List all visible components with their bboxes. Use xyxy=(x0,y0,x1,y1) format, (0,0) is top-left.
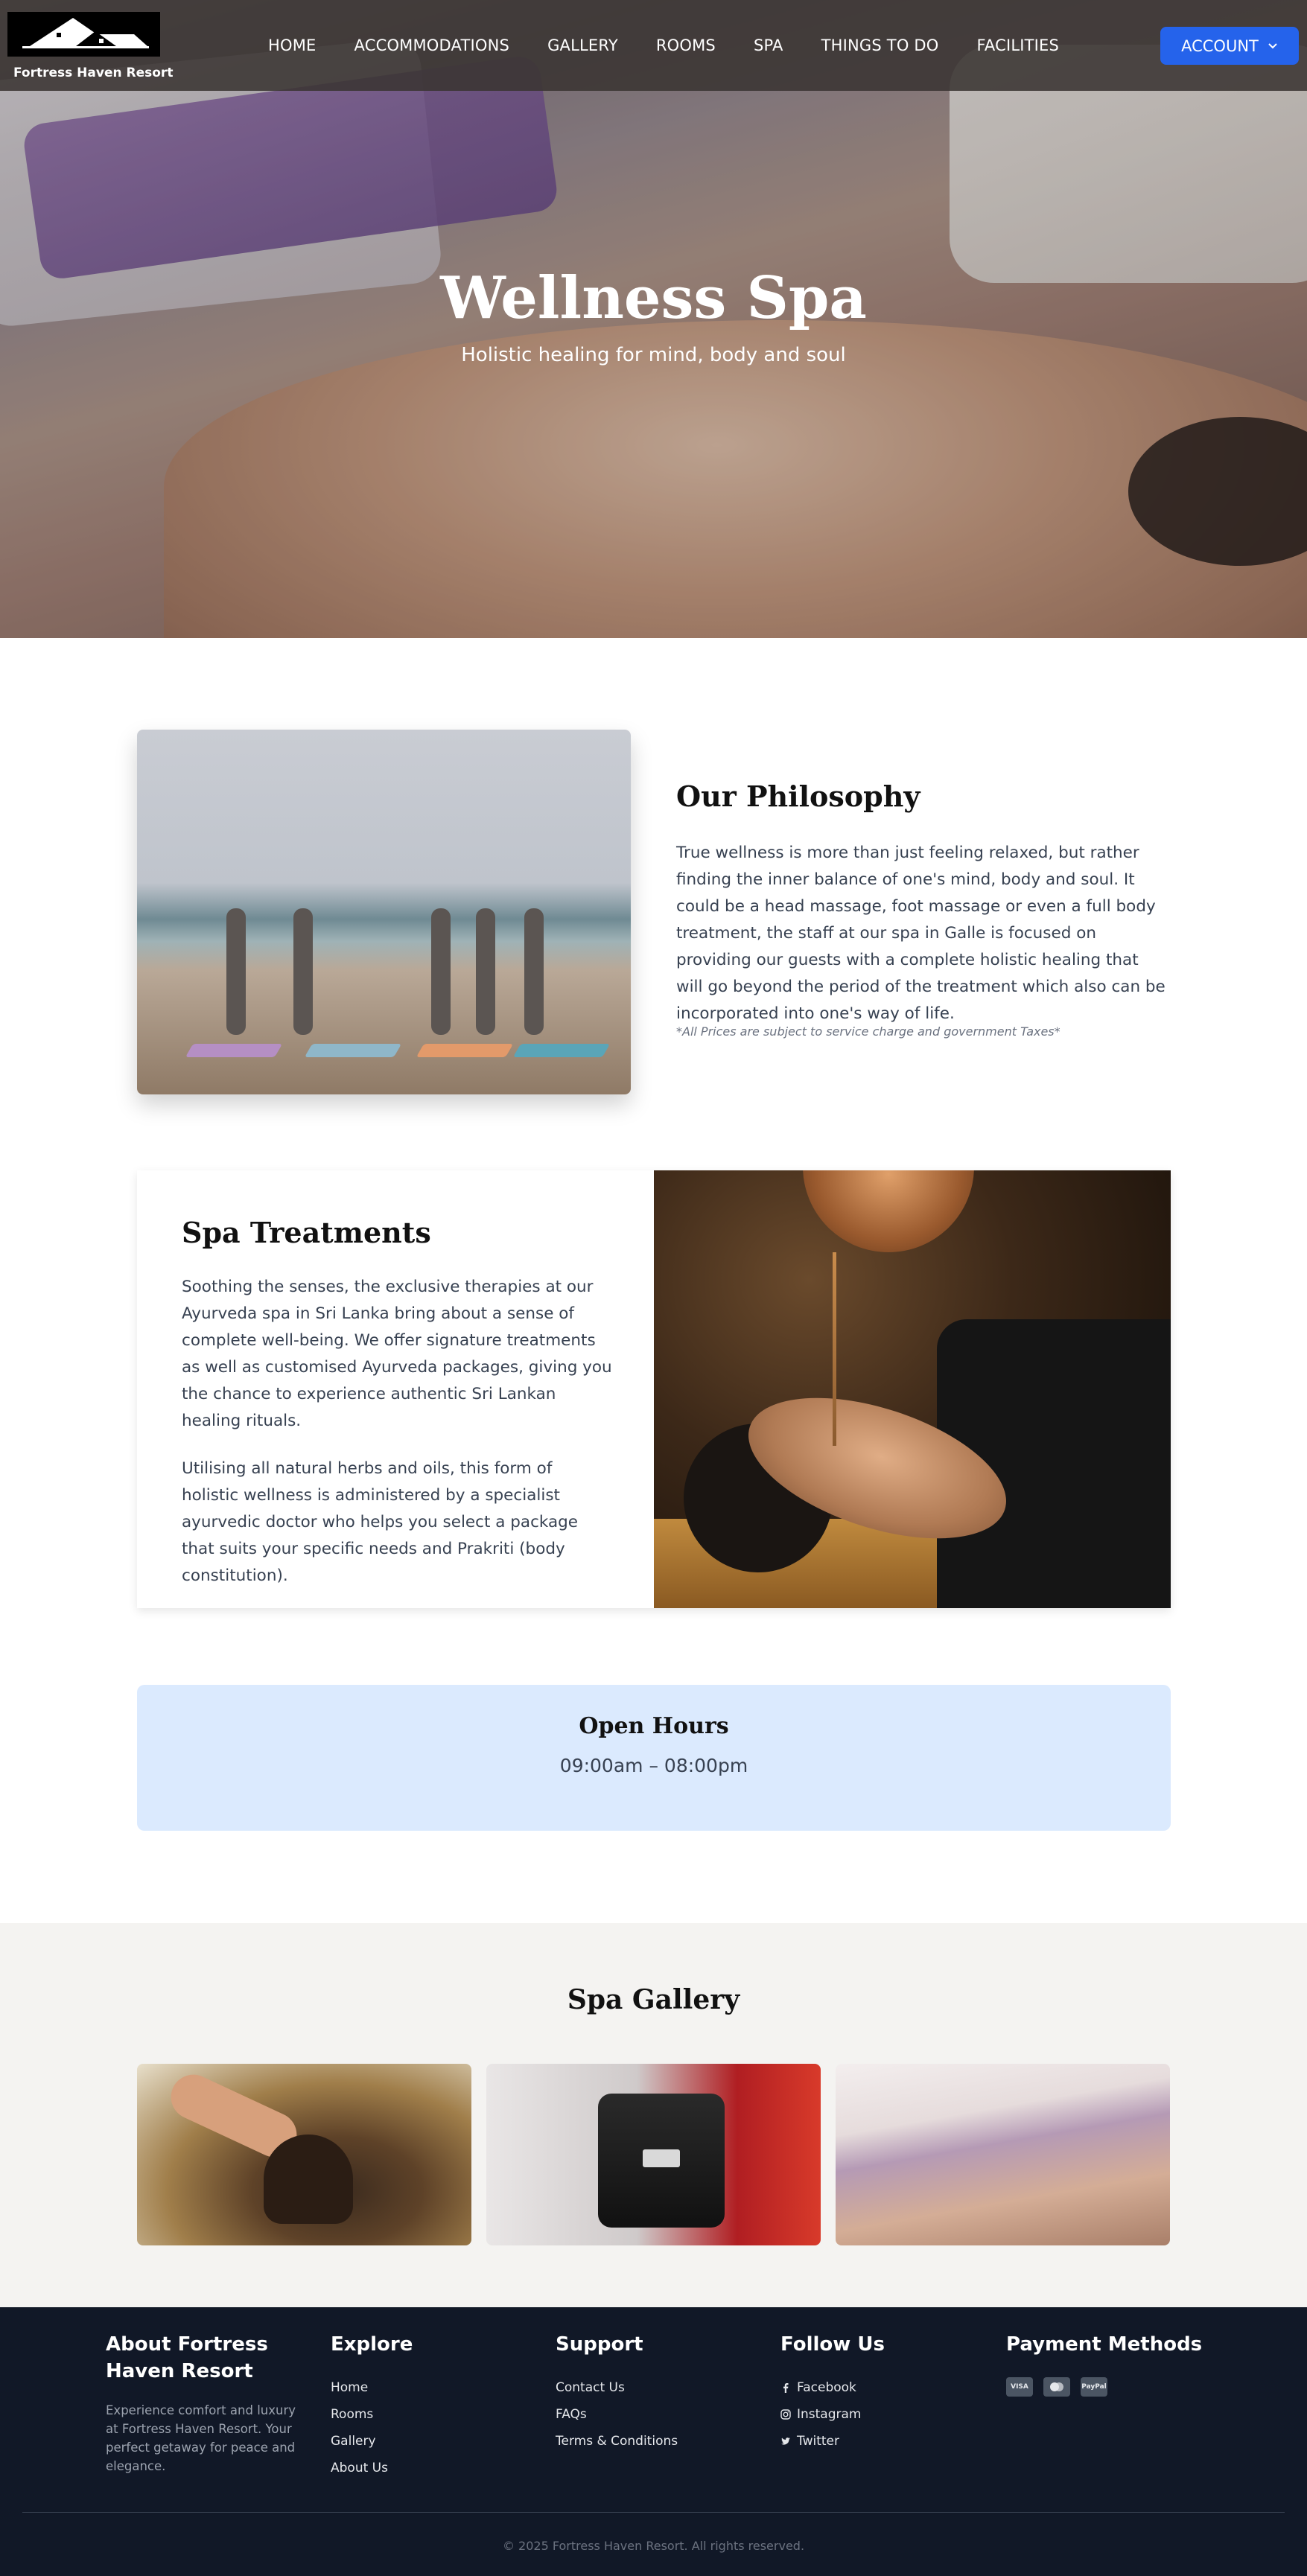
nav-spa[interactable]: SPA xyxy=(754,36,783,54)
treatments-title: Spa Treatments xyxy=(182,1216,431,1249)
nav-gallery[interactable]: GALLERY xyxy=(547,36,618,54)
gallery-image-massage[interactable] xyxy=(836,2064,1170,2245)
footer-explore: Explore Home Rooms Gallery About Us xyxy=(331,2331,413,2481)
footer-divider xyxy=(22,2512,1285,2513)
philosophy-body: True wellness is more than just feeling … xyxy=(676,844,1166,1023)
instagram-icon xyxy=(780,2409,791,2420)
hero-section: Wellness Spa Holistic healing for mind, … xyxy=(0,0,1307,638)
paypal-icon: PayPal xyxy=(1081,2377,1107,2397)
treatments-paragraph-1: Soothing the senses, the exclusive thera… xyxy=(182,1278,612,1430)
open-hours-value: 09:00am – 08:00pm xyxy=(559,1755,748,1776)
footer-support: Support Contact Us FAQs Terms & Conditio… xyxy=(556,2331,678,2455)
gallery-title: Spa Gallery xyxy=(567,1984,740,2015)
twitter-icon xyxy=(781,2438,790,2445)
footer-link-twitter[interactable]: Twitter xyxy=(780,2428,885,2455)
yoga-mat xyxy=(185,1044,283,1057)
yoga-mat xyxy=(304,1044,402,1057)
footer-payments: Payment Methods VISA PayPal xyxy=(1006,2331,1202,2397)
instagram-label: Instagram xyxy=(797,2407,862,2422)
house-logo-icon xyxy=(22,18,149,48)
yoga-figure xyxy=(293,908,313,1035)
nav-facilities[interactable]: FACILITIES xyxy=(977,36,1060,54)
footer-link-instagram[interactable]: Instagram xyxy=(780,2401,885,2428)
footer-about-title: About Fortress Haven Resort xyxy=(106,2333,268,2382)
gallery-image-handbag[interactable] xyxy=(486,2064,821,2245)
facebook-icon xyxy=(783,2383,789,2393)
hero-subtitle: Holistic healing for mind, body and soul xyxy=(461,344,846,366)
footer-payment-title: Payment Methods xyxy=(1006,2333,1203,2356)
pricing-note: *All Prices are subject to service charg… xyxy=(676,1024,1060,1039)
footer-about-text: Experience comfort and luxury at Fortres… xyxy=(106,2403,296,2473)
yoga-beach-image xyxy=(137,730,631,1094)
brand-name[interactable]: Fortress Haven Resort xyxy=(13,66,173,80)
facebook-label: Facebook xyxy=(797,2380,856,2395)
site-footer: About Fortress Haven Resort Experience c… xyxy=(0,2307,1307,2576)
open-hours-box: Open Hours 09:00am – 08:00pm xyxy=(137,1685,1171,1831)
shirodhara-image xyxy=(654,1170,1171,1608)
bag-plate xyxy=(643,2149,680,2167)
yoga-figure xyxy=(524,908,544,1035)
oil-burner-shape xyxy=(264,2135,353,2224)
payment-methods: VISA PayPal xyxy=(1006,2377,1202,2397)
gallery-image-oils[interactable] xyxy=(137,2064,471,2245)
footer-link-contact[interactable]: Contact Us xyxy=(556,2374,678,2401)
footer-link-terms[interactable]: Terms & Conditions xyxy=(556,2428,678,2455)
spa-gallery-section: Spa Gallery xyxy=(0,1923,1307,2307)
nav-things-to-do[interactable]: THINGS TO DO xyxy=(821,36,939,54)
nav-home[interactable]: HOME xyxy=(268,36,317,54)
footer-link-about-us[interactable]: About Us xyxy=(331,2455,413,2481)
philosophy-title: Our Philosophy xyxy=(676,780,920,813)
footer-explore-title: Explore xyxy=(331,2333,413,2356)
nav-rooms[interactable]: ROOMS xyxy=(656,36,716,54)
footer-link-facebook[interactable]: Facebook xyxy=(780,2374,885,2401)
yoga-figure xyxy=(476,908,495,1035)
yoga-mat xyxy=(416,1044,514,1057)
copper-bowl xyxy=(803,1170,974,1252)
nav-accommodations[interactable]: ACCOMMODATIONS xyxy=(354,36,510,54)
chevron-down-icon xyxy=(1268,42,1277,48)
hero-title: Wellness Spa xyxy=(440,264,867,332)
resort-logo[interactable] xyxy=(7,12,160,57)
footer-follow: Follow Us Facebook Instagram Twitter xyxy=(780,2331,885,2455)
treatments-paragraph-2: Utilising all natural herbs and oils, th… xyxy=(182,1459,579,1585)
mastercard-icon xyxy=(1043,2377,1070,2397)
top-navbar: Fortress Haven Resort HOME ACCOMMODATION… xyxy=(0,0,1307,91)
yoga-figure xyxy=(431,908,451,1035)
twitter-label: Twitter xyxy=(797,2434,839,2449)
footer-about: About Fortress Haven Resort Experience c… xyxy=(106,2331,322,2475)
footer-link-gallery[interactable]: Gallery xyxy=(331,2428,413,2455)
yoga-figure xyxy=(226,908,246,1035)
copyright-text: © 2025 Fortress Haven Resort. All rights… xyxy=(502,2539,805,2553)
main-menu: HOME ACCOMMODATIONS GALLERY ROOMS SPA TH… xyxy=(268,0,1097,91)
oil-stream xyxy=(833,1252,836,1446)
footer-support-title: Support xyxy=(556,2333,643,2356)
yoga-mat xyxy=(512,1044,611,1057)
footer-link-rooms[interactable]: Rooms xyxy=(331,2401,413,2428)
open-hours-title: Open Hours xyxy=(579,1713,729,1739)
account-button[interactable]: ACCOUNT xyxy=(1160,27,1299,65)
handbag-shape xyxy=(598,2094,725,2228)
footer-link-faqs[interactable]: FAQs xyxy=(556,2401,678,2428)
footer-link-home[interactable]: Home xyxy=(331,2374,413,2401)
visa-icon: VISA xyxy=(1006,2377,1033,2397)
account-label: ACCOUNT xyxy=(1181,36,1259,55)
footer-follow-title: Follow Us xyxy=(780,2333,885,2356)
